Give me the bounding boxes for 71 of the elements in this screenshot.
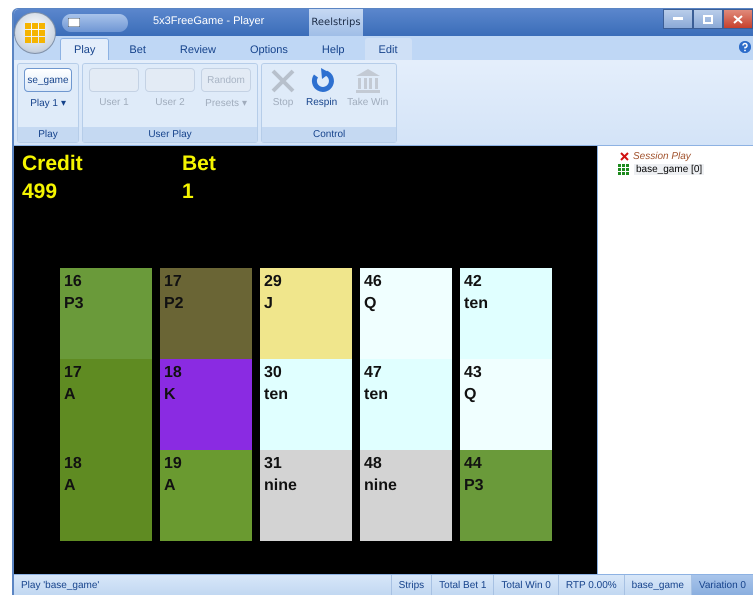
status-item: Play 'base_game' xyxy=(20,578,100,592)
close-icon xyxy=(270,68,296,94)
symbol-number: 16 xyxy=(64,272,83,292)
symbol-number: 17 xyxy=(64,363,83,383)
status-item: Strips xyxy=(390,575,432,595)
status-item: Total Bet 1 xyxy=(431,575,494,595)
context-tab-group: Reelstrips xyxy=(309,9,363,36)
close-button[interactable] xyxy=(723,9,753,29)
ribbon-tab[interactable]: Edit xyxy=(364,38,412,60)
symbol-name: A xyxy=(64,385,77,405)
symbol-name: Q xyxy=(464,385,478,405)
symbol-name: P3 xyxy=(64,294,85,314)
bank-icon xyxy=(354,68,381,94)
symbol-number: 19 xyxy=(164,454,183,474)
symbol-name: J xyxy=(264,294,274,314)
symbol-name: nine xyxy=(364,476,398,496)
symbol-number: 46 xyxy=(364,272,383,292)
symbol-number: 48 xyxy=(364,454,383,474)
maximize-button[interactable] xyxy=(693,9,723,29)
symbol-name: ten xyxy=(264,385,289,405)
grid-icon xyxy=(25,23,45,43)
game-button[interactable]: se_game xyxy=(24,68,72,92)
bet-label: Bet xyxy=(182,151,217,177)
ribbon-tab[interactable]: Options xyxy=(236,38,302,60)
symbol-number: 31 xyxy=(264,454,283,474)
play-dropdown[interactable]: Play 1 ▾ xyxy=(30,97,66,109)
minimize-button[interactable] xyxy=(663,9,693,29)
minimize-icon xyxy=(673,17,683,21)
tree-item[interactable]: Session Play xyxy=(633,151,691,162)
bet-value: 1 xyxy=(182,179,195,205)
symbol-number: 18 xyxy=(164,363,183,383)
symbol-name: A xyxy=(64,476,77,496)
ribbon-tab[interactable]: Play xyxy=(60,38,110,60)
symbol-name: P3 xyxy=(464,476,485,496)
symbol-number: 47 xyxy=(364,363,383,383)
symbol-number: 30 xyxy=(264,363,283,383)
ribbon-tab[interactable]: Help xyxy=(308,38,359,60)
user-slot-label: User 2 xyxy=(155,97,185,108)
symbol-name: nine xyxy=(264,476,298,496)
help-icon[interactable] xyxy=(739,41,751,53)
symbol-number: 42 xyxy=(464,272,483,292)
user-slot-label: User 1 xyxy=(99,97,129,108)
ribbon-tab[interactable]: Bet xyxy=(115,38,160,60)
status-item: Variation 0 xyxy=(690,575,753,595)
group-title: Control xyxy=(262,127,396,142)
status-item: RTP 0.00% xyxy=(558,575,624,595)
group-title: Play xyxy=(18,127,78,142)
tree-item[interactable]: base_game [0] xyxy=(634,164,704,175)
symbol-number: 29 xyxy=(264,272,283,292)
symbol-name: ten xyxy=(364,385,389,405)
symbol-name: Q xyxy=(364,294,378,314)
grid-icon xyxy=(618,164,630,176)
save-icon[interactable] xyxy=(68,18,80,27)
respin-button[interactable]: Respin xyxy=(304,68,340,127)
symbol-name: P2 xyxy=(164,294,185,314)
credit-value: 499 xyxy=(22,179,58,205)
close-icon xyxy=(733,14,743,24)
maximize-icon xyxy=(703,14,713,24)
close-icon xyxy=(620,152,629,161)
ribbon-tab[interactable]: Review xyxy=(166,38,230,60)
status-item: Total Win 0 xyxy=(493,575,558,595)
symbol-number: 18 xyxy=(64,454,83,474)
symbol-name: ten xyxy=(464,294,489,314)
window-title: 5x3FreeGame - Player xyxy=(153,15,264,27)
symbol-number: 43 xyxy=(464,363,483,383)
symbol-name: K xyxy=(164,385,177,405)
symbol-number: 44 xyxy=(464,454,483,474)
credit-label: Credit xyxy=(22,151,84,177)
group-title: User Play xyxy=(83,127,257,142)
symbol-name: A xyxy=(164,476,177,496)
symbol-number: 17 xyxy=(164,272,183,292)
